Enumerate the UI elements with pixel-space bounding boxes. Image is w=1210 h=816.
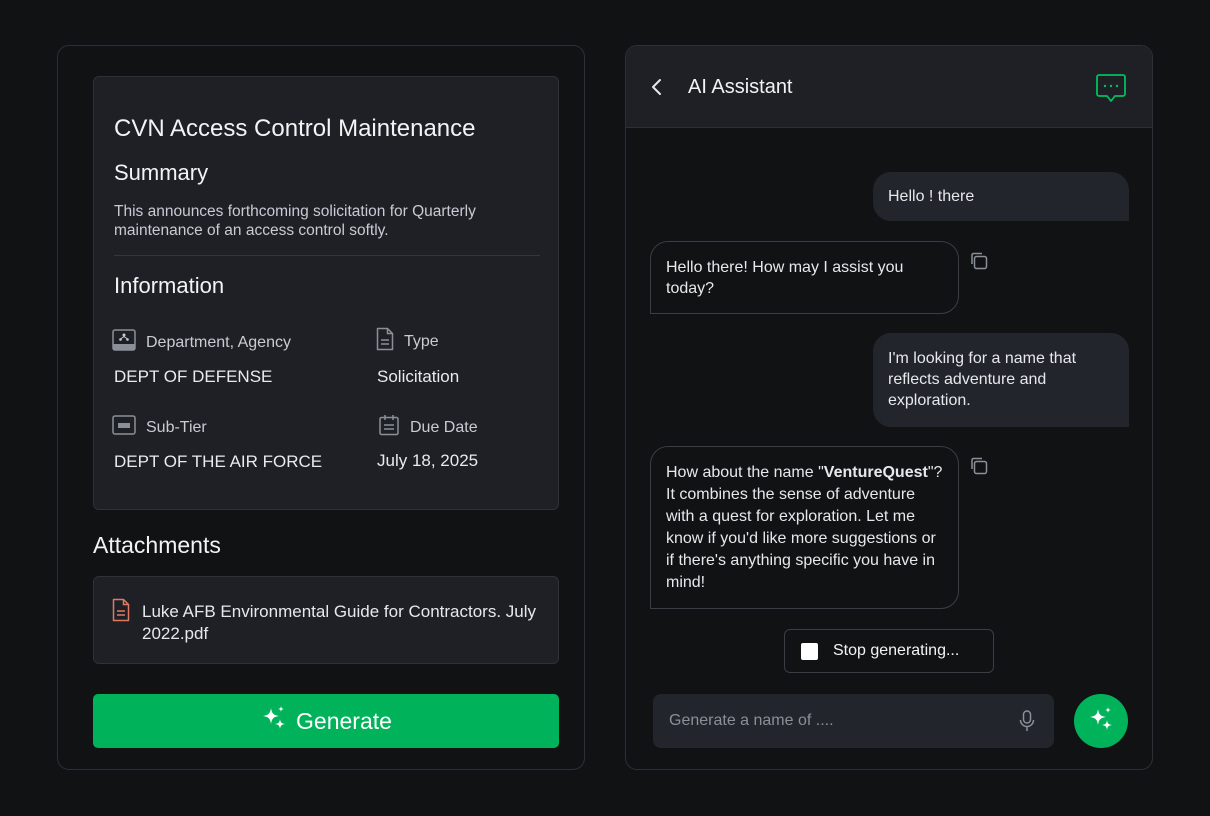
send-button[interactable] xyxy=(1074,694,1128,748)
chat-header: AI Assistant xyxy=(626,46,1152,128)
assistant-message-text-before: How about the name " xyxy=(666,464,824,481)
opportunity-title: CVN Access Control Maintenance xyxy=(114,115,476,142)
user-message-text: Hello ! there xyxy=(888,188,975,205)
attachment-item[interactable]: Luke AFB Environmental Guide for Contrac… xyxy=(93,576,559,664)
divider xyxy=(114,255,540,256)
stop-generating-button[interactable]: Stop generating... xyxy=(784,629,994,673)
assistant-message: How about the name "VentureQuest"? It co… xyxy=(650,446,959,609)
department-icon xyxy=(112,329,136,356)
due-date-label: Due Date xyxy=(378,414,478,441)
department-label: Department, Agency xyxy=(112,329,291,356)
user-message: I'm looking for a name that reflects adv… xyxy=(873,333,1129,427)
generate-label: Generate xyxy=(296,707,392,734)
type-label-text: Type xyxy=(404,332,439,350)
subtier-value: DEPT OF THE AIR FORCE xyxy=(114,452,323,471)
chat-input[interactable] xyxy=(653,694,1003,748)
chat-bubble-icon[interactable] xyxy=(1095,72,1127,109)
sparkle-icon xyxy=(260,704,288,738)
summary-text: This announces forthcoming solicitation … xyxy=(114,203,476,239)
department-value: DEPT OF DEFENSE xyxy=(114,367,273,386)
type-label: Type xyxy=(376,327,439,356)
information-heading: Information xyxy=(114,273,225,298)
sparkle-icon xyxy=(1087,705,1115,738)
due-date-value: July 18, 2025 xyxy=(377,451,479,470)
assistant-message-text-after: "? It combines the sense of adventure wi… xyxy=(666,464,943,591)
copy-icon[interactable] xyxy=(969,251,989,276)
subtier-label: Sub-Tier xyxy=(112,415,207,440)
stop-generating-label: Stop generating... xyxy=(833,642,960,659)
assistant-message-text: Hello there! How may I assist you today? xyxy=(666,259,904,297)
attachment-name[interactable]: Luke AFB Environmental Guide for Contrac… xyxy=(142,601,542,645)
opportunity-panel: CVN Access Control Maintenance Summary T… xyxy=(57,45,585,770)
document-icon xyxy=(376,327,394,356)
assistant-title: AI Assistant xyxy=(688,76,793,98)
due-date-label-text: Due Date xyxy=(410,418,478,436)
microphone-icon[interactable] xyxy=(1019,710,1035,737)
type-value: Solicitation xyxy=(377,367,460,386)
suggested-name: VentureQuest xyxy=(823,464,928,481)
assistant-panel: AI Assistant Hello ! there Hello there! … xyxy=(625,45,1153,770)
subtier-label-text: Sub-Tier xyxy=(146,418,207,436)
attachments-heading: Attachments xyxy=(93,532,221,558)
user-message: Hello ! there xyxy=(873,172,1129,221)
chat-input-container xyxy=(653,694,1054,748)
department-label-text: Department, Agency xyxy=(146,333,291,351)
copy-icon[interactable] xyxy=(969,456,989,481)
user-message-text: I'm looking for a name that reflects adv… xyxy=(888,350,1077,409)
file-icon xyxy=(112,598,130,627)
back-arrow-icon[interactable] xyxy=(648,76,668,98)
calendar-icon xyxy=(378,414,400,441)
subtier-icon xyxy=(112,415,136,440)
stop-icon xyxy=(801,642,818,660)
generate-button[interactable]: Generate xyxy=(93,694,559,748)
assistant-message: Hello there! How may I assist you today? xyxy=(650,241,959,314)
summary-heading: Summary xyxy=(114,160,209,185)
opportunity-card: CVN Access Control Maintenance Summary T… xyxy=(93,76,559,510)
